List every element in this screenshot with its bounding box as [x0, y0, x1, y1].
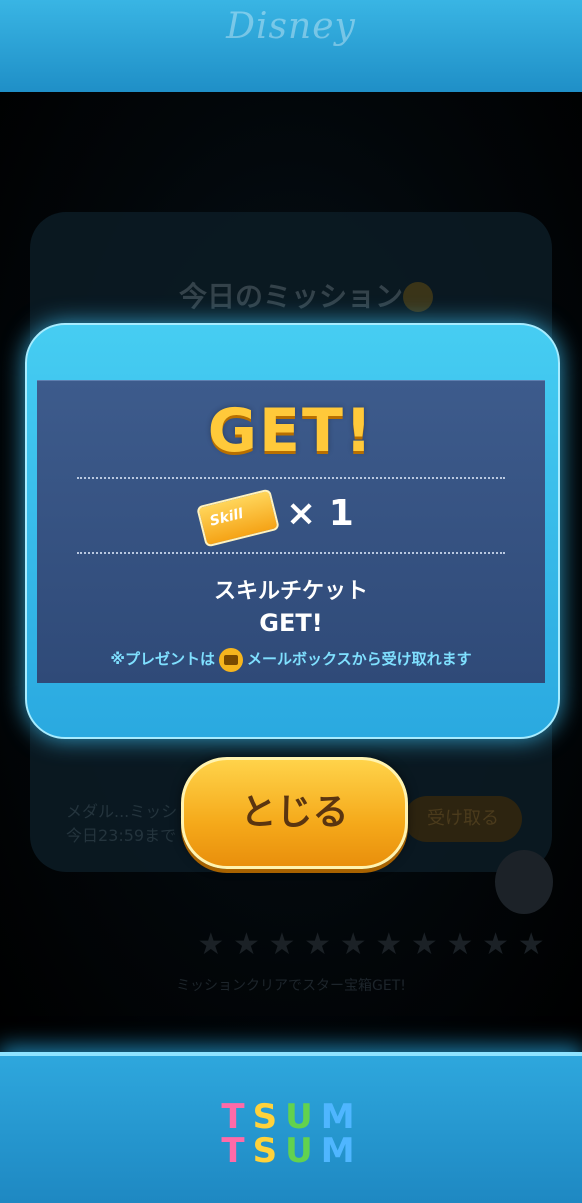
mail-icon: [219, 647, 244, 672]
background-star-caption: ミッションクリアでスター宝箱GET!: [176, 978, 406, 994]
tsum-tsum-logo: TSUM TSUM: [0, 1100, 582, 1168]
star-icon: ★: [446, 927, 474, 962]
tsum-logo-line-1: TSUM: [0, 1100, 582, 1134]
star-icon: ★: [197, 927, 225, 962]
divider: [77, 552, 505, 554]
logo-letter: M: [320, 1097, 361, 1137]
star-icon: ★: [410, 927, 438, 962]
background-mission-title: 今日のミッション: [178, 280, 403, 313]
item-name: スキルチケット: [213, 579, 368, 604]
star-icon: ★: [517, 927, 545, 962]
star-icon: ★: [268, 927, 296, 962]
present-note-suffix: メールボックスから受け取れます: [247, 650, 472, 668]
ticket-quantity: × 1: [286, 493, 354, 534]
disney-logo: Disney: [226, 6, 356, 47]
tsum-logo-line-2: TSUM: [0, 1134, 582, 1168]
star-icon: ★: [482, 927, 509, 962]
logo-letter: M: [320, 1131, 361, 1171]
item-get-label: GET!: [259, 609, 323, 637]
logo-letter: U: [285, 1097, 319, 1137]
logo-letter: U: [285, 1131, 319, 1171]
background-badge: [495, 850, 553, 914]
background-receive-button: 受け取る: [404, 796, 522, 842]
get-title: GET!: [207, 396, 375, 466]
close-button[interactable]: とじる: [181, 757, 408, 869]
divider: [77, 477, 505, 479]
logo-letter: S: [252, 1131, 284, 1171]
info-icon: [403, 282, 433, 312]
ticket-icon-label: Skill: [208, 505, 245, 530]
star-icon: ★: [232, 927, 260, 962]
background-mission-deadline: 今日23:59まで: [66, 826, 177, 845]
star-icon: ★: [339, 927, 367, 962]
logo-letter: S: [252, 1097, 284, 1137]
star-icon: ★: [375, 927, 403, 962]
logo-letter: T: [221, 1131, 251, 1171]
present-note-prefix: ※プレゼントは: [110, 650, 216, 668]
present-note: ※プレゼントは メールボックスから受け取れます: [0, 646, 582, 672]
star-icon: ★: [304, 927, 332, 962]
logo-letter: T: [221, 1097, 251, 1137]
background-star-row: ★ ★ ★ ★ ★ ★ ★ ★ ★ ★: [196, 930, 546, 966]
